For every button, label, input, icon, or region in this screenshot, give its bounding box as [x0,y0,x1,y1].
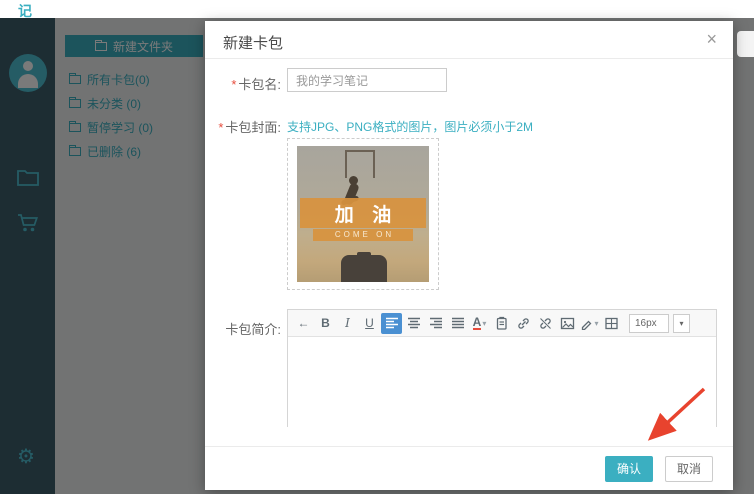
font-color-button[interactable]: A▾ [469,313,490,334]
modal-title: 新建卡包 [223,32,283,53]
app-logo: 记 [18,1,32,18]
table-icon[interactable] [601,313,622,334]
required-mark: * [231,77,236,92]
cardpack-name-label: *卡包名: [209,74,281,93]
goalpost-shape [345,150,375,178]
editor-content-area[interactable] [288,337,716,427]
cover-title-text: 加 油 [300,198,426,228]
confirm-button[interactable]: 确认 [605,456,653,482]
cover-upload-box[interactable]: 加 油 COME ON [287,138,439,290]
close-icon[interactable]: × [706,30,717,48]
cancel-button[interactable]: 取消 [665,456,713,482]
italic-button[interactable]: I [337,313,358,334]
align-justify-icon[interactable] [447,313,468,334]
required-mark: * [218,120,223,135]
image-icon[interactable] [557,313,578,334]
font-size-select[interactable]: 16px [629,314,669,333]
cover-image: 加 油 COME ON [297,146,429,282]
cover-subtitle-text: COME ON [313,229,413,241]
modal-header: 新建卡包 × [205,21,733,59]
align-right-icon[interactable] [425,313,446,334]
rich-text-editor: ← B I U A▾ [287,309,717,427]
barrel-shape [341,255,387,282]
app-screen: 记 ⚙ 新建文件夹 所有卡包(0) 未分类 (0) [0,0,754,494]
undo-icon[interactable]: ← [293,313,314,334]
new-cardpack-modal: 新建卡包 × *卡包名: *卡包封面: 支持JPG、PNG格式的图片，图片必须小… [205,21,733,490]
cardpack-cover-label: *卡包封面: [209,117,281,136]
align-left-icon[interactable] [381,313,402,334]
unlink-icon[interactable] [535,313,556,334]
font-size-dropdown-icon[interactable]: ▾ [673,314,690,333]
topbar: 记 [0,0,754,18]
partial-edge-element [737,31,754,57]
align-center-icon[interactable] [403,313,424,334]
paste-icon[interactable] [491,313,512,334]
cover-format-hint: 支持JPG、PNG格式的图片，图片必须小于2M [287,118,533,135]
link-icon[interactable] [513,313,534,334]
cover-text-band: 加 油 COME ON [297,198,429,241]
underline-button[interactable]: U [359,313,380,334]
modal-footer: 确认 取消 [205,446,733,490]
editor-toolbar: ← B I U A▾ [288,310,716,337]
cardpack-name-input[interactable] [287,68,447,92]
cardpack-intro-label: 卡包简介: [209,319,281,338]
highlight-pen-button[interactable]: ▾ [579,313,600,334]
bold-button[interactable]: B [315,313,336,334]
